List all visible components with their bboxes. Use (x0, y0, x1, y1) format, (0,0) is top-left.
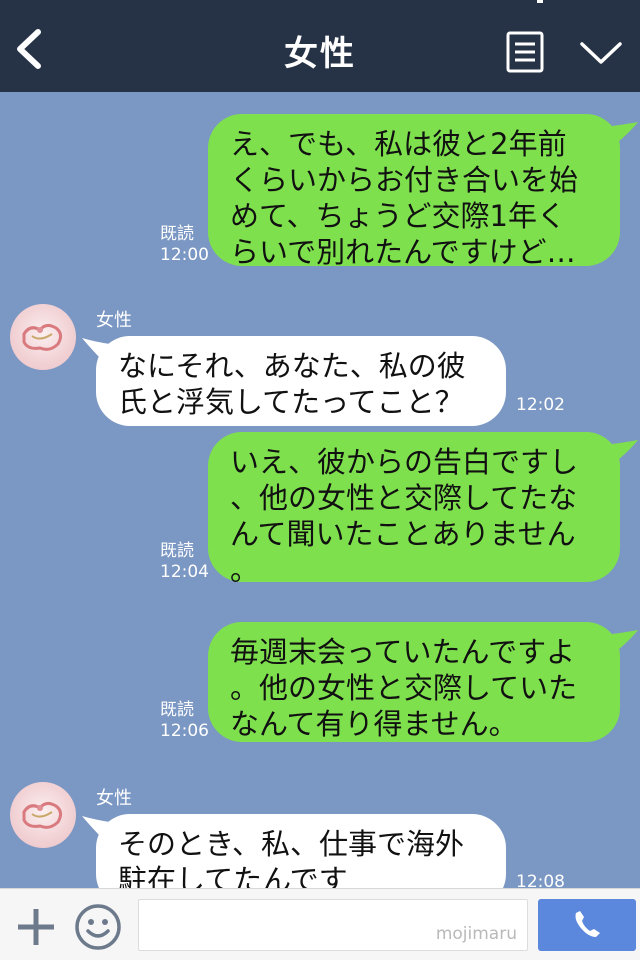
avatar[interactable] (10, 782, 76, 848)
message-input[interactable]: mojimaru (138, 899, 528, 951)
chat-area[interactable]: 既読 12:00 え、でも、私は彼と2年前 くらいからお付き合いを始 めて、ちょ… (0, 92, 640, 908)
sender-name: 女性 (96, 310, 132, 331)
expand-button[interactable] (578, 38, 624, 68)
menu-list-icon (506, 31, 544, 73)
sender-name: 女性 (96, 788, 132, 809)
read-receipt: 既読 12:06 (160, 700, 209, 741)
chevron-down-icon (580, 42, 622, 64)
read-receipt: 既読 12:04 (160, 541, 209, 582)
status-indicator (537, 0, 543, 3)
plus-icon (18, 909, 54, 945)
bubble-tail (612, 122, 638, 142)
bubble-tail (612, 440, 638, 460)
message-bubble-outgoing[interactable]: いえ、彼からの告白ですし 、他の女性と交際してたな んて聞いたことありません 。 (208, 432, 620, 587)
flower-icon (22, 323, 63, 351)
message-time: 12:02 (516, 395, 565, 415)
chat-title: 女性 (284, 34, 356, 74)
message-bubble-incoming[interactable]: なにそれ、あなた、私の彼 氏と浮気してたってこと？ (96, 336, 506, 426)
emoji-button[interactable] (74, 903, 122, 951)
read-receipt: 既読 12:00 (160, 224, 209, 265)
watermark: mojimaru (435, 924, 517, 944)
bubble-tail (612, 630, 638, 650)
message-bubble-outgoing[interactable]: え、でも、私は彼と2年前 くらいからお付き合いを始 めて、ちょうど交際1年く ら… (208, 114, 620, 269)
phone-icon (575, 911, 600, 937)
avatar[interactable] (10, 304, 76, 370)
input-bar: mojimaru (0, 888, 640, 960)
add-button[interactable] (14, 905, 58, 949)
smiley-icon (75, 904, 121, 950)
menu-button[interactable] (506, 31, 544, 73)
flower-icon (22, 801, 63, 829)
call-button[interactable] (538, 899, 636, 951)
chat-header: 女性 (0, 0, 640, 92)
message-bubble-outgoing[interactable]: 毎週末会っていたんですよ 。他の女性と交際していた なんて有り得ません。 (208, 622, 620, 742)
